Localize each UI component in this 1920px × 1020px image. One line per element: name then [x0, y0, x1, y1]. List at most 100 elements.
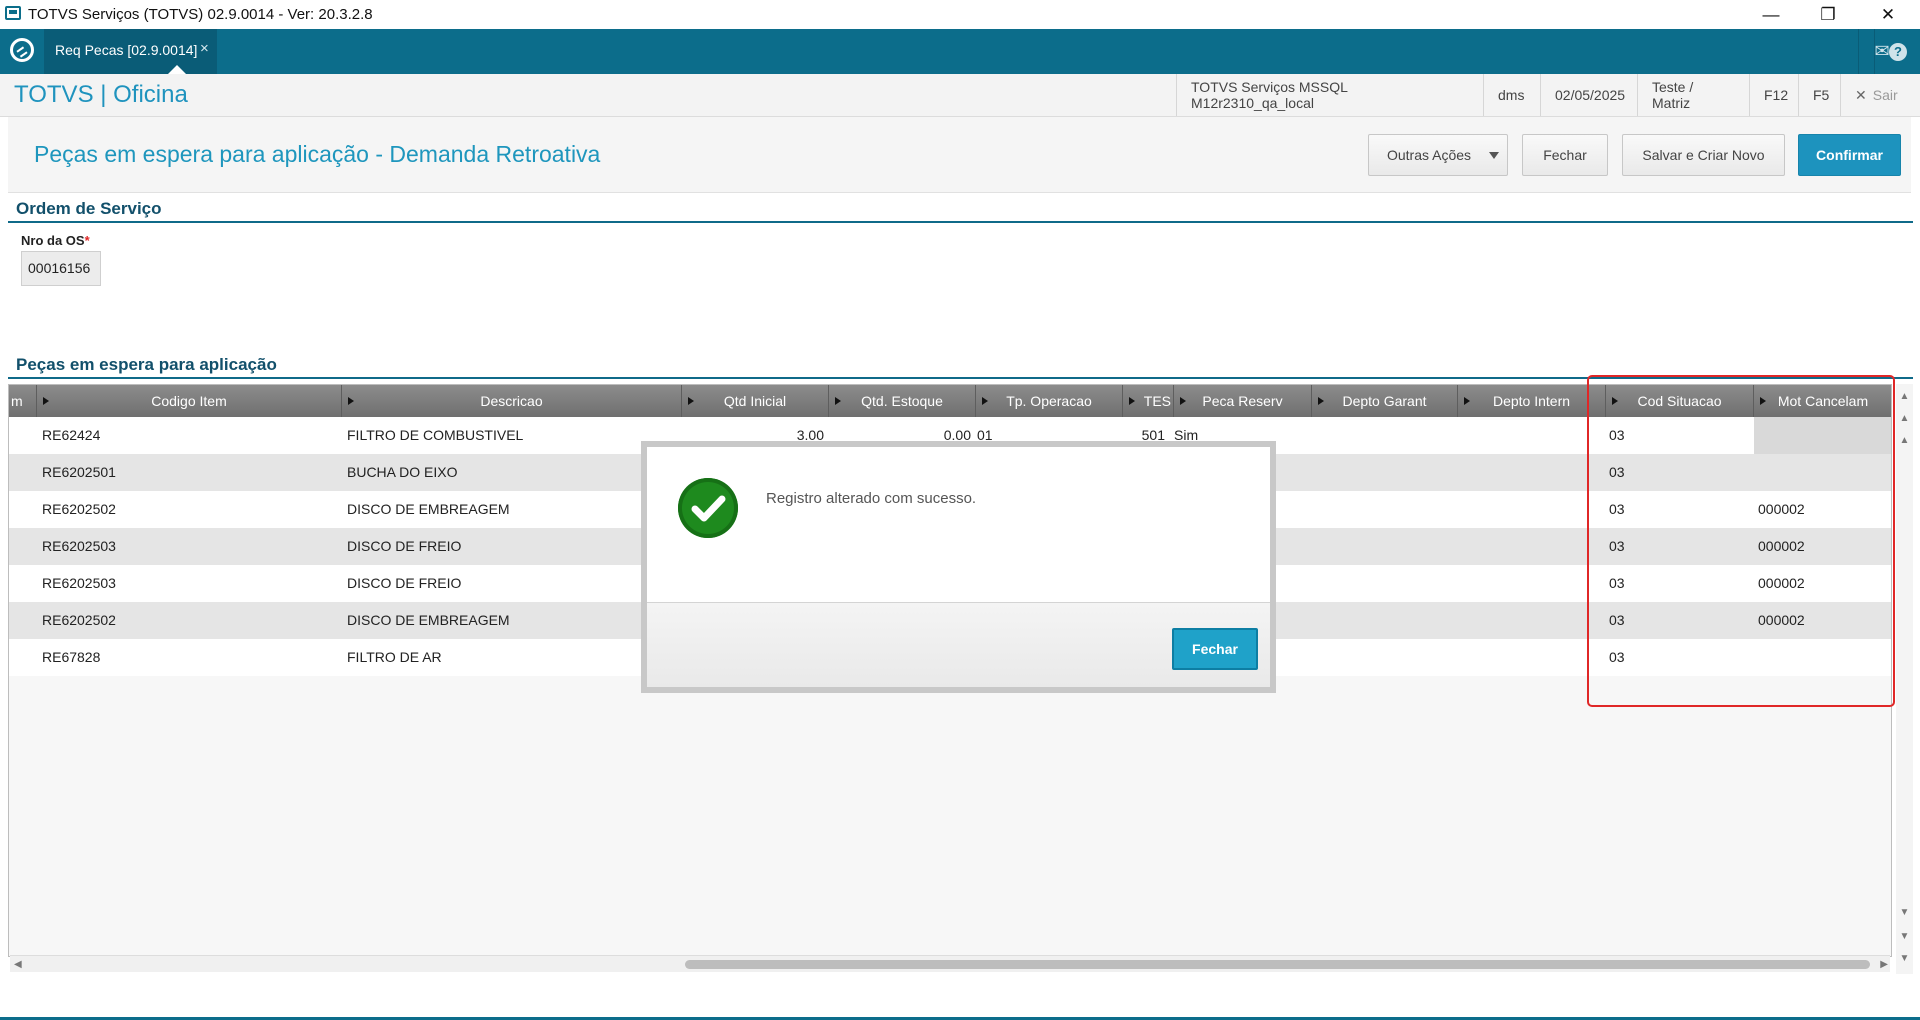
scroll-top-icon[interactable]: ▲	[1896, 390, 1913, 404]
col-header-m[interactable]: m	[9, 385, 37, 417]
success-check-icon	[678, 478, 738, 538]
cell-descricao: DISCO DE FREIO	[347, 575, 462, 591]
app-window-icon	[5, 6, 21, 20]
close-window-icon[interactable]: ✕	[1860, 0, 1916, 29]
cell-mot-cancelam: 000002	[1758, 612, 1805, 628]
scroll-right-icon[interactable]: ▶	[1880, 959, 1888, 970]
nro-os-label-text: Nro da OS	[21, 233, 85, 248]
cell-mot-cancelam[interactable]	[1754, 417, 1891, 454]
environment-info[interactable]: TOTVS Serviços MSSQL M12r2310_qa_local	[1176, 74, 1483, 116]
cell-cod-situacao: 03	[1609, 464, 1625, 480]
totvs-logo-icon[interactable]	[10, 38, 34, 62]
window-title: TOTVS Serviços (TOTVS) 02.9.0014 - Ver: …	[28, 6, 373, 23]
window-title-bar: TOTVS Serviços (TOTVS) 02.9.0014 - Ver: …	[0, 0, 1920, 29]
col-header-qtd-estoque[interactable]: Qtd. Estoque	[829, 385, 976, 417]
cell-cod-situacao: 03	[1609, 501, 1625, 517]
module-info[interactable]: dms	[1483, 74, 1540, 116]
scroll-left-icon[interactable]: ◀	[14, 959, 22, 970]
exit-label: Sair	[1872, 87, 1898, 103]
col-label: Cod Situacao	[1637, 393, 1722, 409]
col-header-depto-intern[interactable]: Depto Intern	[1458, 385, 1606, 417]
required-mark: *	[84, 233, 90, 248]
tab-label: Req Pecas [02.9.0014]	[55, 42, 198, 58]
col-label: Qtd Inicial	[723, 393, 787, 409]
col-label: Depto Garant	[1342, 393, 1427, 409]
app-brand: TOTVS | Oficina	[14, 81, 188, 108]
col-header-codigo-item[interactable]: Codigo Item	[37, 385, 342, 417]
col-label: Mot Cancelam	[1777, 393, 1869, 409]
cell-codigo: RE6202501	[42, 464, 116, 480]
cell-codigo: RE6202502	[42, 501, 116, 517]
cell-mot-cancelam: 000002	[1758, 575, 1805, 591]
f12-shortcut[interactable]: F12	[1749, 74, 1798, 116]
cell-codigo: RE67828	[42, 649, 101, 665]
col-header-cod-situacao[interactable]: Cod Situacao	[1606, 385, 1754, 417]
chevron-down-icon	[1489, 152, 1499, 159]
scroll-up-icon[interactable]: ▲	[1896, 434, 1913, 448]
pecas-section-title: Peças em espera para aplicação	[16, 355, 277, 374]
scroll-bottom-icon[interactable]: ▼	[1896, 952, 1913, 966]
col-label: Codigo Item	[151, 393, 227, 409]
col-label: Depto Intern	[1492, 393, 1571, 409]
cell-descricao: BUCHA DO EIXO	[347, 464, 458, 480]
cell-descricao: FILTRO DE COMBUSTIVEL	[347, 427, 524, 443]
cell-cod-situacao: 03	[1609, 612, 1625, 628]
cell-mot-cancelam: 000002	[1758, 501, 1805, 517]
scroll-down-icon[interactable]: ▼	[1896, 906, 1913, 920]
help-glyph: ?	[1889, 42, 1907, 61]
date-info[interactable]: 02/05/2025	[1540, 74, 1637, 116]
ordem-section-divider	[8, 221, 1913, 223]
col-header-mot-cancelam[interactable]: Mot Cancelam	[1754, 385, 1891, 417]
cell-cod-situacao: 03	[1609, 427, 1625, 443]
cell-cod-situacao: 03	[1609, 538, 1625, 554]
col-arrow-icon	[1129, 397, 1135, 405]
col-arrow-icon	[1760, 397, 1766, 405]
check-glyph	[691, 495, 726, 522]
cell-descricao: DISCO DE EMBREAGEM	[347, 612, 510, 628]
col-header-qtd-inicial[interactable]: Qtd Inicial	[682, 385, 829, 417]
col-label: Tp. Operacao	[1006, 393, 1092, 409]
tab-close-icon[interactable]: ×	[200, 40, 209, 57]
col-header-depto-garant[interactable]: Depto Garant	[1312, 385, 1458, 417]
help-icon[interactable]: ?	[1874, 29, 1920, 74]
grid-horizontal-scrollbar[interactable]: ◀ ▶	[10, 955, 1890, 972]
col-arrow-icon	[982, 397, 988, 405]
company-info[interactable]: Teste / Matriz	[1637, 74, 1749, 116]
col-label: TES	[1143, 393, 1171, 409]
col-header-tp-operacao[interactable]: Tp. Operacao	[976, 385, 1123, 417]
ordem-section-title: Ordem de Serviço	[16, 199, 162, 218]
col-arrow-icon	[1464, 397, 1470, 405]
salvar-criar-novo-button[interactable]: Salvar e Criar Novo	[1622, 134, 1785, 176]
cell-codigo: RE6202502	[42, 612, 116, 628]
col-header-descricao[interactable]: Descricao	[342, 385, 682, 417]
page-header: Peças em espera para aplicação - Demanda…	[8, 117, 1911, 193]
horizontal-scroll-thumb[interactable]	[685, 960, 1870, 969]
dialog-fechar-button[interactable]: Fechar	[1172, 628, 1258, 670]
exit-button[interactable]: ✕ Sair	[1840, 74, 1920, 116]
scroll-page-up-icon[interactable]: ▲	[1896, 412, 1913, 426]
col-arrow-icon	[43, 397, 49, 405]
minimize-icon[interactable]: —	[1743, 0, 1799, 29]
nro-os-label: Nro da OS*	[21, 233, 90, 248]
col-header-tes[interactable]: TES	[1123, 385, 1174, 417]
col-arrow-icon	[1612, 397, 1618, 405]
cell-descricao: DISCO DE FREIO	[347, 538, 462, 554]
cell-codigo: RE62424	[42, 427, 101, 443]
scroll-page-down-icon[interactable]: ▼	[1896, 930, 1913, 944]
page-title: Peças em espera para aplicação - Demanda…	[34, 141, 601, 167]
col-arrow-icon	[348, 397, 354, 405]
grid-vertical-scrollbar[interactable]: ▲ ▲ ▲ ▼ ▼ ▼	[1896, 384, 1913, 974]
outras-acoes-button[interactable]: Outras Ações	[1368, 134, 1508, 176]
confirmar-button[interactable]: Confirmar	[1798, 134, 1901, 176]
col-arrow-icon	[688, 397, 694, 405]
restore-icon[interactable]: ❐	[1800, 0, 1856, 29]
f5-shortcut[interactable]: F5	[1798, 74, 1840, 116]
active-tab-caret	[168, 65, 186, 74]
col-header-peca-reserv[interactable]: Peca Reserv	[1174, 385, 1312, 417]
fechar-button[interactable]: Fechar	[1522, 134, 1608, 176]
col-label: Descricao	[480, 393, 543, 409]
col-arrow-icon	[1318, 397, 1324, 405]
tab-req-pecas[interactable]: Req Pecas [02.9.0014] ×	[44, 29, 217, 74]
nro-os-field[interactable]: 00016156	[21, 251, 101, 286]
col-arrow-icon	[835, 397, 841, 405]
